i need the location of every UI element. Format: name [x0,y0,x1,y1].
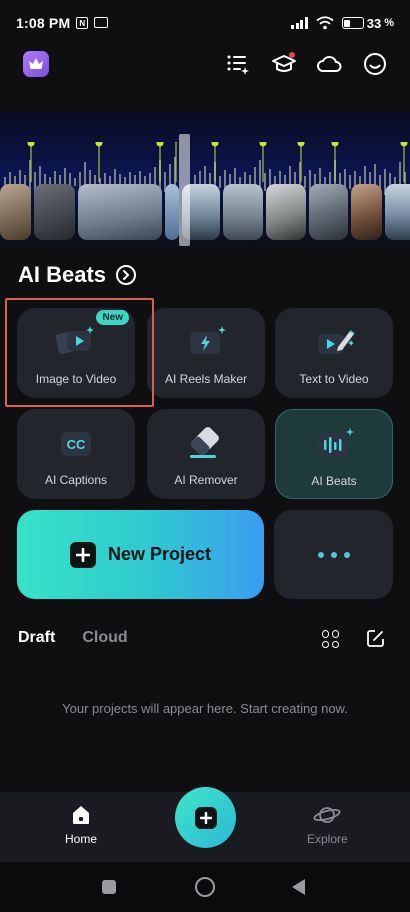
selection-highlight [5,298,154,407]
signal-icon [291,17,308,29]
section-title: AI Beats [18,262,107,287]
tool-text-to-video[interactable]: Text to Video [275,308,393,398]
system-navigation-bar [0,862,410,912]
new-project-label: New Project [107,544,212,564]
tasks-button[interactable] [224,50,252,78]
status-bar: 1:08 PM N 33% [0,0,410,46]
empty-projects-message: Your projects will appear here. Start cr… [62,701,348,716]
frame-thumbnail [266,184,306,240]
text-to-video-icon [312,324,356,360]
tab-cloud[interactable]: Cloud [82,629,127,647]
cloud-button[interactable] [315,50,343,78]
music-beats-icon [312,426,356,462]
ai-beats-banner[interactable] [0,112,410,252]
grid-view-icon[interactable] [322,630,340,648]
frame-thumbnail [351,184,382,240]
wifi-icon [316,16,334,30]
tool-ai-beats[interactable]: AI Beats [275,409,393,499]
playhead [179,134,190,246]
nav-explore[interactable]: Explore [307,804,348,846]
nav-home[interactable]: Home [65,804,97,846]
frame-thumbnail [309,184,348,240]
battery-indicator: 33% [341,15,394,31]
edit-icon[interactable] [366,629,385,648]
status-time: 1:08 PM [16,15,71,31]
premium-button[interactable] [23,51,49,77]
project-tabs: Draft Cloud [18,629,128,647]
more-dot [330,551,337,558]
battery-percent: 33 [366,15,382,31]
more-dot [343,551,350,558]
tutorials-button[interactable] [270,50,298,78]
eraser-icon [184,425,228,461]
more-tools-button[interactable] [274,510,393,599]
cc-icon: CC [54,425,98,461]
tool-ai-captions[interactable]: CC AI Captions [17,409,135,499]
planet-icon [313,807,341,823]
nfc-icon: N [76,17,89,29]
home-icon [73,806,89,824]
task-list-icon [227,55,249,75]
tool-label: AI Reels Maker [164,372,248,386]
tool-label: Text to Video [299,372,369,386]
chevron-right-icon[interactable] [116,265,137,285]
tab-draft[interactable]: Draft [18,629,55,647]
frame-thumbnail [78,184,162,240]
tool-label: AI Captions [44,473,108,487]
tool-label: AI Beats [311,474,357,488]
cloud-icon [317,56,342,72]
thumbnail-strip [0,184,410,240]
create-button[interactable] [175,787,236,848]
tool-ai-remover[interactable]: AI Remover [147,409,265,499]
new-project-button[interactable]: New Project [17,510,264,599]
top-header [0,46,410,82]
notification-icon [94,17,109,28]
plus-icon [69,541,96,568]
svg-text:CC: CC [67,437,86,452]
smiley-icon [364,53,386,75]
nav-explore-label: Explore [307,832,348,846]
recents-button[interactable] [102,880,116,894]
frame-thumbnail [0,184,31,240]
graduation-cap-icon [272,52,296,72]
more-dot [317,551,324,558]
frame-thumbnail [34,184,75,240]
tool-label: AI Remover [174,473,238,487]
crown-icon [29,58,43,69]
profile-button[interactable] [361,50,389,78]
frame-thumbnail [385,184,410,240]
plus-icon [194,806,217,829]
nav-home-label: Home [65,832,98,846]
section-header[interactable]: AI Beats [18,262,137,288]
frame-thumbnail [223,184,263,240]
back-button[interactable] [292,879,305,895]
tool-ai-reels-maker[interactable]: AI Reels Maker [147,308,265,398]
home-button[interactable] [195,877,215,897]
ai-reels-icon [184,324,228,360]
frame-thumbnail [165,184,179,240]
